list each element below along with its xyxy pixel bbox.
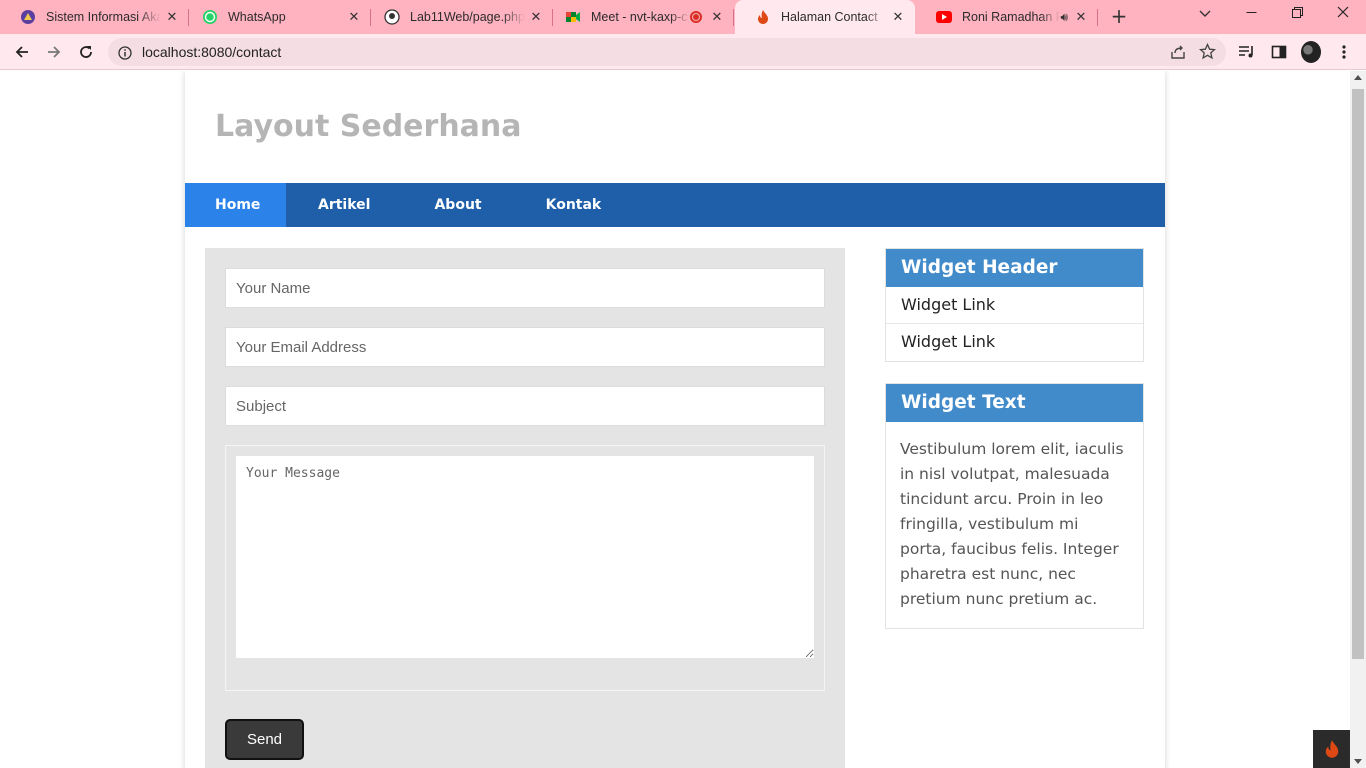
scrollbar-thumb[interactable] <box>1352 89 1364 659</box>
tab-youtube[interactable]: Roni Ramadhan F 🔊︎ ✕ <box>916 0 1098 34</box>
site-title: Layout Sederhana <box>215 109 522 144</box>
widget-header: Widget Header <box>886 249 1143 287</box>
new-tab-button[interactable]: + <box>1108 5 1130 27</box>
contact-form: Send <box>205 248 845 768</box>
widget-text: Widget Text Vestibulum lorem elit, iacul… <box>885 383 1144 629</box>
scroll-up-icon[interactable] <box>1354 75 1362 80</box>
avatar <box>1301 41 1321 63</box>
minimize-button[interactable] <box>1228 0 1274 30</box>
send-button[interactable]: Send <box>225 719 304 760</box>
close-icon[interactable]: ✕ <box>161 9 183 25</box>
widget-link[interactable]: Widget Link <box>886 287 1143 324</box>
nav-kontak[interactable]: Kontak <box>514 183 634 227</box>
scroll-down-icon[interactable] <box>1354 759 1362 764</box>
side-panel-icon[interactable] <box>1269 42 1289 62</box>
close-icon[interactable]: ✕ <box>887 9 909 25</box>
page-viewport: Layout Sederhana Home Artikel About Kont… <box>0 71 1350 768</box>
reload-button[interactable] <box>73 39 99 65</box>
tab-sistem-informasi[interactable]: Sistem Informasi Akademik ✕ <box>0 0 189 34</box>
widget-body-text: Vestibulum lorem elit, iaculis in nisl v… <box>900 440 1124 608</box>
university-logo-icon <box>20 9 36 25</box>
tab-title: WhatsApp <box>228 10 286 24</box>
minimize-icon <box>1246 12 1256 13</box>
url-text: localhost:8080/contact <box>142 44 282 60</box>
tab-title: Halaman Contact <box>781 10 878 24</box>
widget-link[interactable]: Widget Link <box>886 324 1143 361</box>
tab-whatsapp[interactable]: WhatsApp ✕ <box>182 0 371 34</box>
widget-header: Widget Text <box>886 384 1143 422</box>
share-icon[interactable] <box>1170 44 1186 64</box>
chevron-down-icon <box>1199 10 1211 17</box>
arrow-left-icon <box>15 46 28 58</box>
tab-title: Sistem Informasi Akademik <box>46 10 161 24</box>
restore-button[interactable] <box>1274 0 1320 30</box>
nav-artikel[interactable]: Artikel <box>286 183 402 227</box>
kebab-menu-icon[interactable] <box>1334 42 1354 62</box>
page-scrollbar[interactable] <box>1350 71 1366 768</box>
tab-title: Lab11Web/page.php at <box>410 10 525 24</box>
youtube-icon <box>936 9 952 25</box>
tab-github[interactable]: Lab11Web/page.php at ✕ <box>364 0 553 34</box>
site-info-icon[interactable] <box>118 45 132 64</box>
browser-toolbar: localhost:8080/contact <box>0 34 1366 70</box>
nav-home[interactable]: Home <box>185 183 286 227</box>
page-container: Layout Sederhana Home Artikel About Kont… <box>185 71 1165 768</box>
arrow-right-icon <box>48 46 61 58</box>
profile-avatar[interactable] <box>1301 41 1321 63</box>
tab-google-meet[interactable]: Meet - nvt-kaxp-c ✕ <box>545 0 734 34</box>
reload-icon <box>80 46 92 58</box>
message-wrapper <box>225 445 825 691</box>
email-input[interactable] <box>225 327 825 367</box>
close-icon[interactable]: ✕ <box>343 9 365 25</box>
tab-title: Meet - nvt-kaxp-c <box>591 10 688 24</box>
close-icon[interactable]: ✕ <box>706 9 728 25</box>
restore-icon <box>1291 7 1303 18</box>
widget-links: Widget Header Widget Link Widget Link <box>885 248 1144 362</box>
address-bar[interactable]: localhost:8080/contact <box>108 38 1226 66</box>
media-control-icon[interactable] <box>1237 42 1257 62</box>
browser-tab-strip: Sistem Informasi Akademik ✕ WhatsApp ✕ L… <box>0 0 1366 34</box>
recording-indicator-icon <box>690 11 702 23</box>
codeigniter-flame-icon <box>1325 740 1338 758</box>
close-window-button[interactable] <box>1320 0 1366 30</box>
forward-button[interactable] <box>41 39 67 65</box>
codeigniter-flame-icon <box>755 9 771 25</box>
close-icon[interactable]: ✕ <box>525 9 547 25</box>
google-meet-icon <box>565 9 581 25</box>
github-icon <box>384 9 400 25</box>
main-navigation: Home Artikel About Kontak <box>185 183 1165 227</box>
audio-playing-icon[interactable]: 🔊︎ <box>1060 10 1068 25</box>
name-input[interactable] <box>225 268 825 308</box>
bookmark-star-icon[interactable] <box>1198 42 1217 64</box>
tab-search-button[interactable] <box>1182 0 1228 30</box>
debug-toolbar-button[interactable] <box>1313 730 1350 768</box>
back-button[interactable] <box>9 39 35 65</box>
whatsapp-icon <box>202 9 218 25</box>
tab-halaman-contact[interactable]: Halaman Contact ✕ <box>735 0 915 34</box>
close-icon[interactable]: ✕ <box>1070 9 1092 25</box>
close-icon <box>1337 6 1349 18</box>
message-textarea[interactable] <box>236 456 814 658</box>
nav-about[interactable]: About <box>402 183 513 227</box>
tab-title: Roni Ramadhan F <box>962 10 1061 24</box>
subject-input[interactable] <box>225 386 825 426</box>
